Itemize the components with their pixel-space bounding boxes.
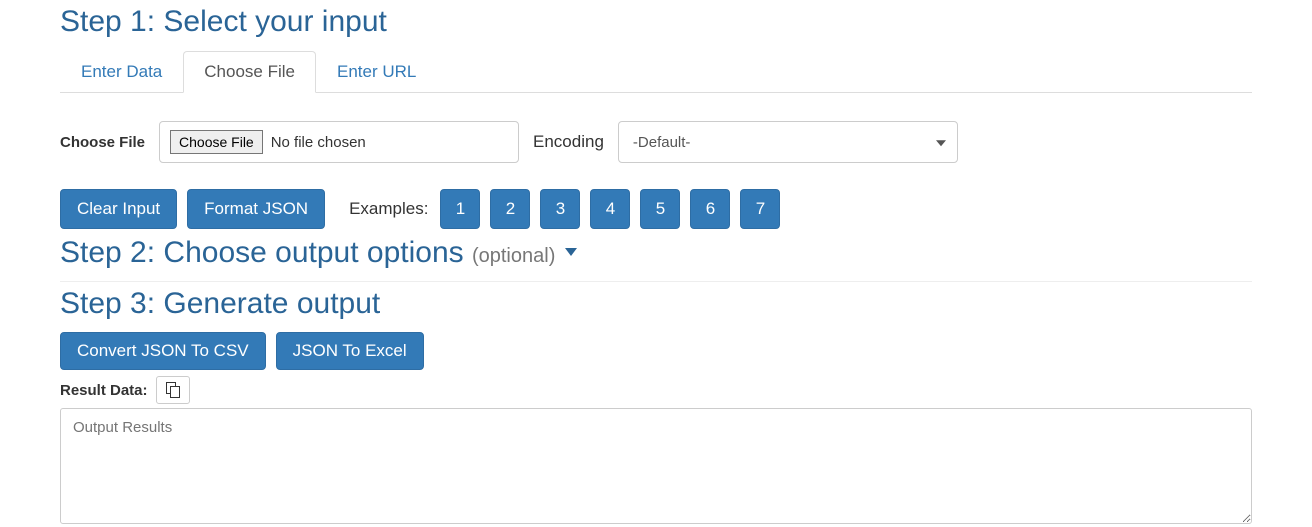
step3-heading: Step 3: Generate output — [60, 286, 1252, 322]
example-3-button[interactable]: 3 — [540, 189, 580, 229]
copy-icon — [166, 382, 180, 398]
format-json-button[interactable]: Format JSON — [187, 189, 325, 229]
step2-optional-text: (optional) — [472, 245, 561, 267]
example-4-button[interactable]: 4 — [590, 189, 630, 229]
encoding-label: Encoding — [533, 132, 604, 152]
example-2-button[interactable]: 2 — [490, 189, 530, 229]
choose-file-label: Choose File — [60, 134, 145, 151]
example-6-button[interactable]: 6 — [690, 189, 730, 229]
output-results-textarea[interactable] — [60, 408, 1252, 524]
file-input-box[interactable]: Choose File No file chosen — [159, 121, 519, 163]
input-tabs: Enter Data Choose File Enter URL — [60, 50, 1252, 93]
chevron-down-icon[interactable] — [565, 248, 577, 256]
generate-row: Convert JSON To CSV JSON To Excel — [60, 332, 1252, 370]
result-data-label: Result Data: — [60, 382, 148, 399]
result-header-row: Result Data: — [60, 376, 1252, 404]
tab-enter-data[interactable]: Enter Data — [60, 51, 183, 93]
divider — [60, 281, 1252, 282]
file-encoding-row: Choose File Choose File No file chosen E… — [60, 121, 1252, 163]
file-status-text: No file chosen — [271, 134, 366, 151]
step2-heading[interactable]: Step 2: Choose output options (optional) — [60, 235, 1252, 271]
example-7-button[interactable]: 7 — [740, 189, 780, 229]
json-to-excel-button[interactable]: JSON To Excel — [276, 332, 424, 370]
example-1-button[interactable]: 1 — [440, 189, 480, 229]
copy-button[interactable] — [156, 376, 190, 404]
step2-heading-text: Step 2: Choose output options — [60, 236, 472, 269]
clear-input-button[interactable]: Clear Input — [60, 189, 177, 229]
convert-json-to-csv-button[interactable]: Convert JSON To CSV — [60, 332, 266, 370]
encoding-select[interactable]: -Default- — [618, 121, 958, 163]
tab-choose-file[interactable]: Choose File — [183, 51, 316, 93]
action-row: Clear Input Format JSON Examples: 1 2 3 … — [60, 189, 1252, 229]
step1-heading: Step 1: Select your input — [60, 4, 1252, 40]
tab-enter-url[interactable]: Enter URL — [316, 51, 437, 93]
choose-file-button[interactable]: Choose File — [170, 130, 263, 154]
examples-label: Examples: — [349, 199, 428, 219]
example-5-button[interactable]: 5 — [640, 189, 680, 229]
